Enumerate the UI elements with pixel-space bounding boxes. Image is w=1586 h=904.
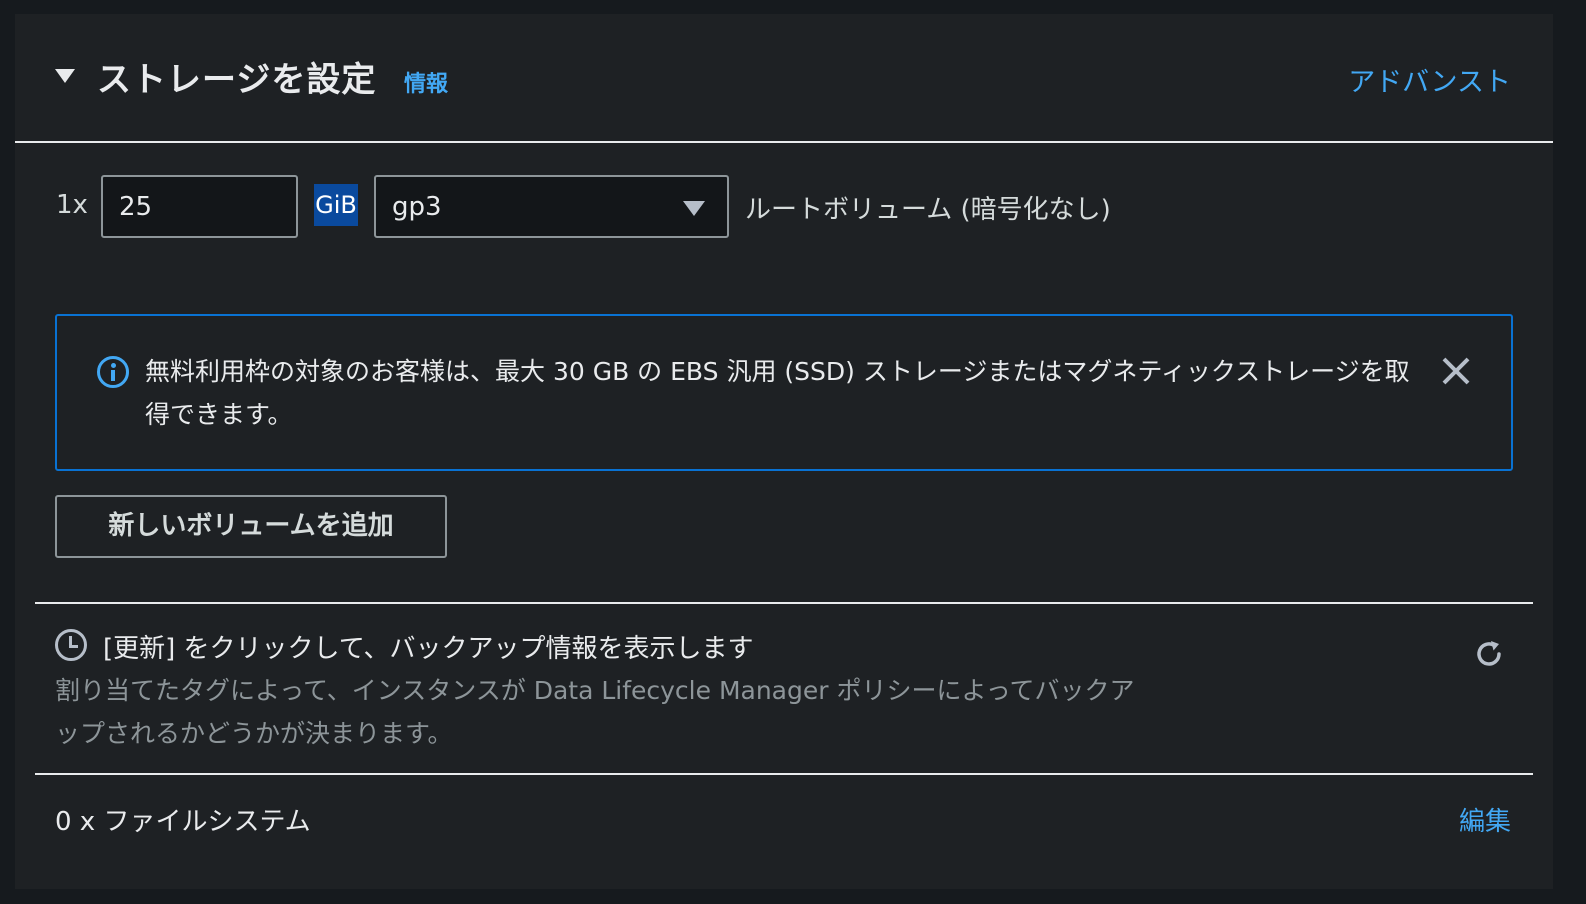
alert-text: 無料利用枠の対象のお客様は、最大 30 GB の EBS 汎用 (SSD) スト…: [145, 357, 1410, 429]
section-divider: [35, 602, 1533, 604]
section-header: ストレージを設定 情報 アドバンスト: [15, 14, 1553, 142]
volume-unit-label: GiB: [314, 184, 358, 226]
info-icon: [97, 356, 129, 388]
header-divider: [15, 141, 1553, 143]
edit-link[interactable]: 編集: [1459, 801, 1511, 838]
storage-panel: ストレージを設定 情報 アドバンスト 1x GiB gp3 ルートボリューム (…: [15, 14, 1553, 889]
caret-down-icon: [683, 201, 705, 216]
volume-count-label: 1x: [56, 190, 88, 220]
clock-icon: [55, 629, 87, 661]
section-divider: [35, 773, 1533, 775]
info-link[interactable]: 情報: [404, 66, 448, 98]
section-title: ストレージを設定: [97, 60, 377, 100]
backup-description: 割り当てたタグによって、インスタンスが Data Lifecycle Manag…: [55, 676, 1135, 748]
collapse-caret-icon[interactable]: [55, 69, 75, 83]
close-icon[interactable]: [1441, 356, 1471, 386]
refresh-icon[interactable]: [1473, 638, 1505, 670]
volume-type-select[interactable]: gp3: [374, 175, 729, 238]
volume-size-input[interactable]: [101, 175, 298, 238]
advanced-link[interactable]: アドバンスト: [1348, 60, 1511, 99]
volume-type-value: gp3: [392, 192, 442, 222]
backup-title: [更新] をクリックして、バックアップ情報を表示します: [103, 634, 754, 664]
volume-description: ルートボリューム (暗号化なし): [745, 195, 1111, 225]
file-systems-label: 0 x ファイルシステム: [55, 807, 311, 837]
add-volume-button[interactable]: 新しいボリュームを追加: [55, 495, 447, 558]
free-tier-alert: 無料利用枠の対象のお客様は、最大 30 GB の EBS 汎用 (SSD) スト…: [55, 314, 1513, 471]
